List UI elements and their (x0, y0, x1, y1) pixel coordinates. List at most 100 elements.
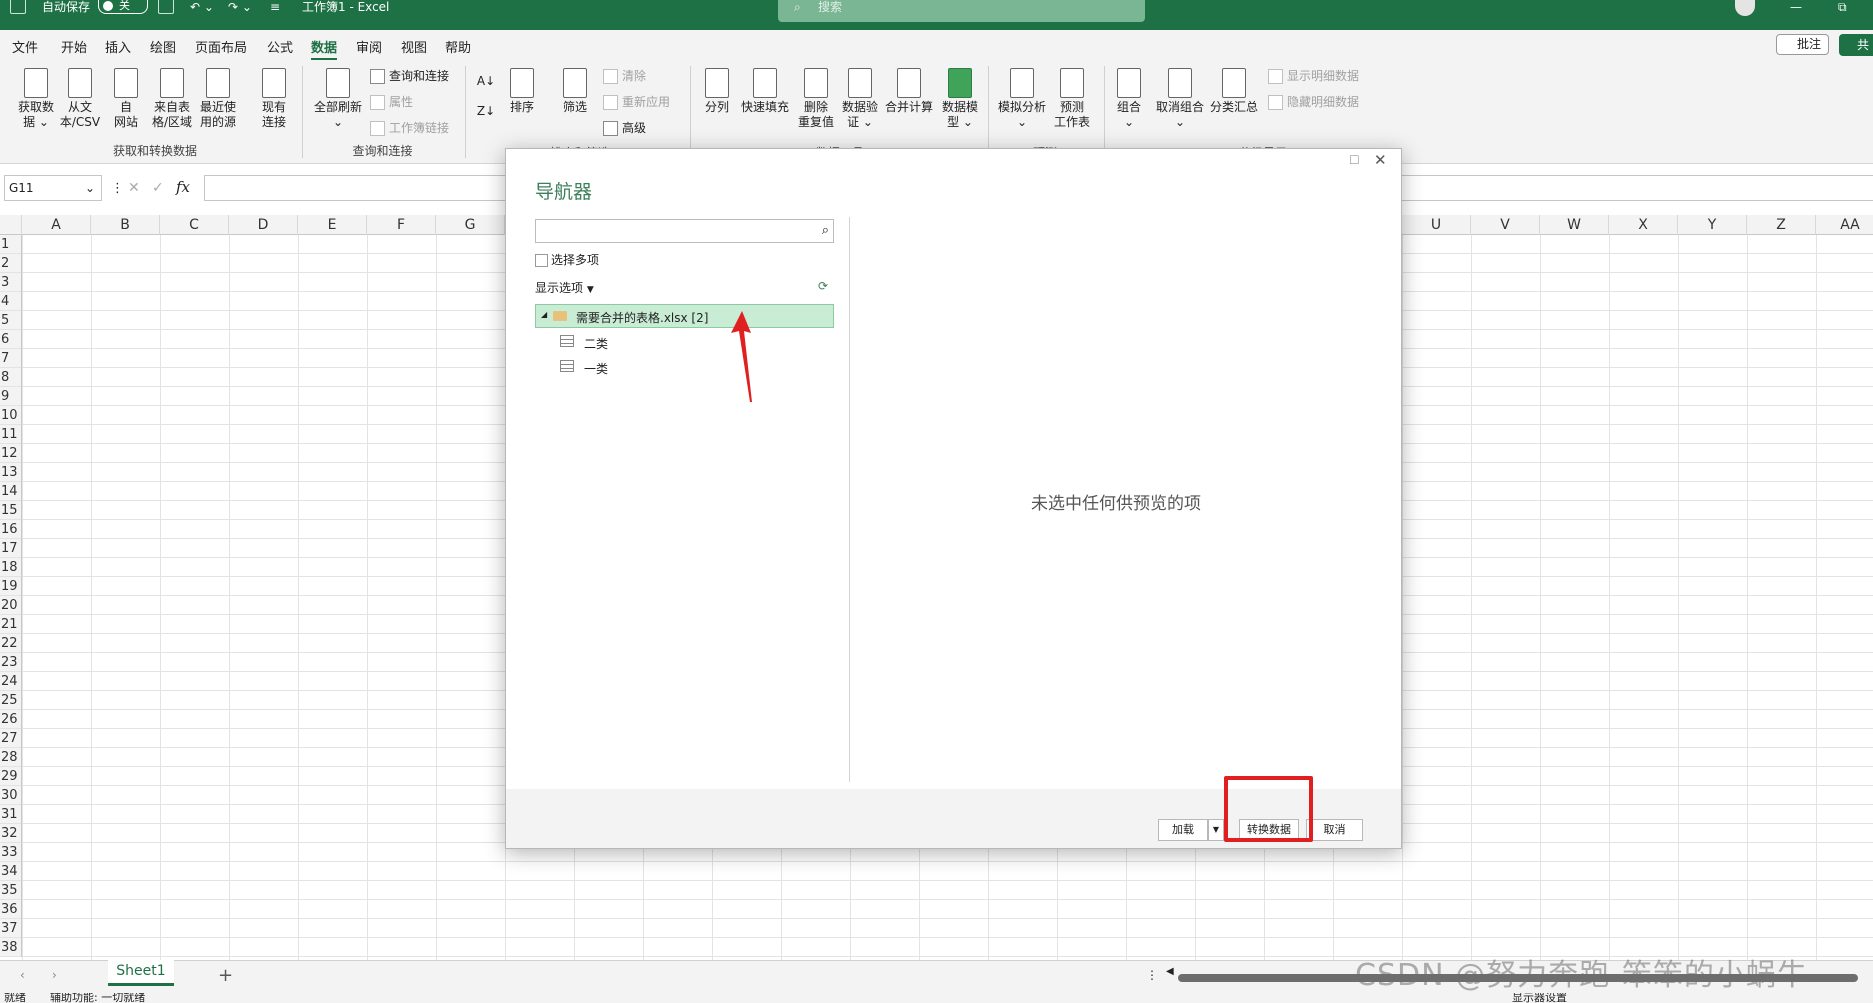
sheet-tab[interactable]: Sheet1 (108, 960, 174, 986)
column-header[interactable]: AA (1816, 215, 1873, 235)
maximize-icon[interactable]: ☐ (1349, 153, 1360, 167)
row-header[interactable]: 22 (0, 634, 21, 653)
display-options-dropdown[interactable]: 显示选项 ▼ (535, 279, 594, 296)
next-sheet-icon[interactable]: › (52, 968, 57, 982)
queries-connections-button[interactable]: 查询和连接 (370, 68, 449, 84)
row-header[interactable]: 27 (0, 729, 21, 748)
workbook-links-button[interactable]: 工作簿链接 (370, 120, 449, 136)
row-header[interactable]: 37 (0, 919, 21, 938)
row-header[interactable]: 18 (0, 558, 21, 577)
insert-function-icon[interactable]: fx (176, 178, 190, 196)
column-header[interactable]: B (91, 215, 160, 235)
select-all-corner[interactable] (0, 215, 22, 235)
column-header[interactable]: X (1609, 215, 1678, 235)
autosave-toggle[interactable]: 关 (98, 0, 148, 14)
forecast-sheet-button[interactable]: 预测 工作表 (1050, 68, 1094, 130)
row-header[interactable]: 38 (0, 938, 21, 957)
customize-qat-icon[interactable]: ≡ (270, 0, 280, 14)
cancel-icon[interactable]: ✕ (128, 180, 140, 196)
display-settings[interactable]: 显示器设置 (1512, 993, 1567, 1003)
row-header[interactable]: 8 (0, 368, 21, 387)
from-text-csv-button[interactable]: 从文 本/CSV (58, 68, 102, 130)
navigator-search-input[interactable]: ⌕ (535, 219, 834, 243)
row-header[interactable]: 13 (0, 463, 21, 482)
tree-item-sheet[interactable]: 一类 (560, 358, 830, 378)
from-table-button[interactable]: 来自表 格/区域 (150, 68, 194, 130)
column-header[interactable]: F (367, 215, 436, 235)
row-header[interactable]: 6 (0, 330, 21, 349)
row-header[interactable]: 26 (0, 710, 21, 729)
column-header[interactable]: Y (1678, 215, 1747, 235)
tab-view[interactable]: 视图 (401, 37, 427, 56)
scroll-left-icon[interactable]: ◀ (1166, 966, 1174, 977)
column-header[interactable]: G (436, 215, 505, 235)
comments-button[interactable]: 批注 (1776, 34, 1829, 55)
filter-button[interactable]: 筛选 (558, 68, 592, 115)
ungroup-button[interactable]: 取消组合 ⌄ (1152, 68, 1208, 130)
row-header[interactable]: 11 (0, 425, 21, 444)
data-validation-button[interactable]: 数据验证 ⌄ (838, 68, 882, 130)
sort-asc-icon[interactable]: A↓ Z↓ (474, 74, 498, 119)
remove-duplicates-button[interactable]: 删除 重复值 (794, 68, 838, 130)
tree-item-workbook[interactable]: ◢ 需要合并的表格.xlsx [2] (535, 304, 834, 328)
row-header[interactable]: 4 (0, 292, 21, 311)
row-header[interactable]: 2 (0, 254, 21, 273)
row-header[interactable]: 19 (0, 577, 21, 596)
select-multiple-checkbox[interactable]: 选择多项 (535, 253, 599, 267)
prev-sheet-icon[interactable]: ‹ (20, 968, 25, 982)
share-button[interactable]: 共 (1839, 34, 1873, 56)
minimize-icon[interactable]: — (1790, 0, 1802, 14)
text-to-columns-button[interactable]: 分列 (700, 68, 734, 115)
row-header[interactable]: 31 (0, 805, 21, 824)
row-header[interactable]: 25 (0, 691, 21, 710)
flash-fill-button[interactable]: 快速填充 (740, 68, 790, 115)
tab-draw[interactable]: 绘图 (150, 37, 176, 56)
column-header[interactable]: V (1471, 215, 1540, 235)
existing-connections-button[interactable]: 现有 连接 (252, 68, 296, 130)
tab-review[interactable]: 审阅 (356, 37, 382, 56)
row-header[interactable]: 34 (0, 862, 21, 881)
refresh-icon[interactable]: ⟳ (818, 279, 828, 293)
consolidate-button[interactable]: 合并计算 (884, 68, 934, 115)
chevron-down-icon[interactable]: ⌄ (85, 176, 95, 200)
tab-insert[interactable]: 插入 (105, 37, 131, 56)
row-header[interactable]: 20 (0, 596, 21, 615)
search-box[interactable]: ⌕ 搜索 (778, 0, 1145, 22)
show-detail-button[interactable]: 显示明细数据 (1268, 68, 1359, 84)
tab-page-layout[interactable]: 页面布局 (195, 37, 247, 56)
data-model-button[interactable]: 数据模型 ⌄ (938, 68, 982, 130)
what-if-analysis-button[interactable]: 模拟分析 ⌄ (996, 68, 1048, 130)
column-header[interactable]: D (229, 215, 298, 235)
add-sheet-icon[interactable]: + (218, 965, 233, 986)
restore-icon[interactable]: ⧉ (1838, 0, 1847, 14)
load-button[interactable]: 加载 (1158, 819, 1208, 841)
collapse-icon[interactable]: ◢ (541, 310, 547, 319)
name-box[interactable]: G11 ⌄ (4, 175, 102, 201)
column-header[interactable]: C (160, 215, 229, 235)
accessibility-status[interactable]: 辅助功能: 一切就绪 (50, 993, 145, 1003)
row-header[interactable]: 9 (0, 387, 21, 406)
tab-file[interactable]: 文件 (12, 37, 38, 56)
get-data-button[interactable]: 获取数据 ⌄ (14, 68, 58, 130)
row-header[interactable]: 36 (0, 900, 21, 919)
column-header[interactable]: W (1540, 215, 1609, 235)
row-header[interactable]: 3 (0, 273, 21, 292)
column-header[interactable]: U (1402, 215, 1471, 235)
cancel-button[interactable]: 取消 (1306, 819, 1363, 841)
subtotal-button[interactable]: 分类汇总 (1208, 68, 1260, 115)
clear-filter-button[interactable]: 清除 (603, 68, 646, 84)
tab-home[interactable]: 开始 (61, 37, 87, 56)
column-header[interactable]: A (22, 215, 91, 235)
tab-help[interactable]: 帮助 (445, 37, 471, 56)
column-header[interactable]: E (298, 215, 367, 235)
sort-button[interactable]: 排序 (505, 68, 539, 115)
row-header[interactable]: 5 (0, 311, 21, 330)
close-icon[interactable]: ✕ (1374, 151, 1387, 169)
row-header[interactable]: 21 (0, 615, 21, 634)
row-header[interactable]: 16 (0, 520, 21, 539)
row-header[interactable]: 33 (0, 843, 21, 862)
undo-icon[interactable]: ↶ ⌄ (190, 0, 214, 14)
reapply-button[interactable]: 重新应用 (603, 94, 670, 110)
row-header[interactable]: 24 (0, 672, 21, 691)
row-header[interactable]: 35 (0, 881, 21, 900)
